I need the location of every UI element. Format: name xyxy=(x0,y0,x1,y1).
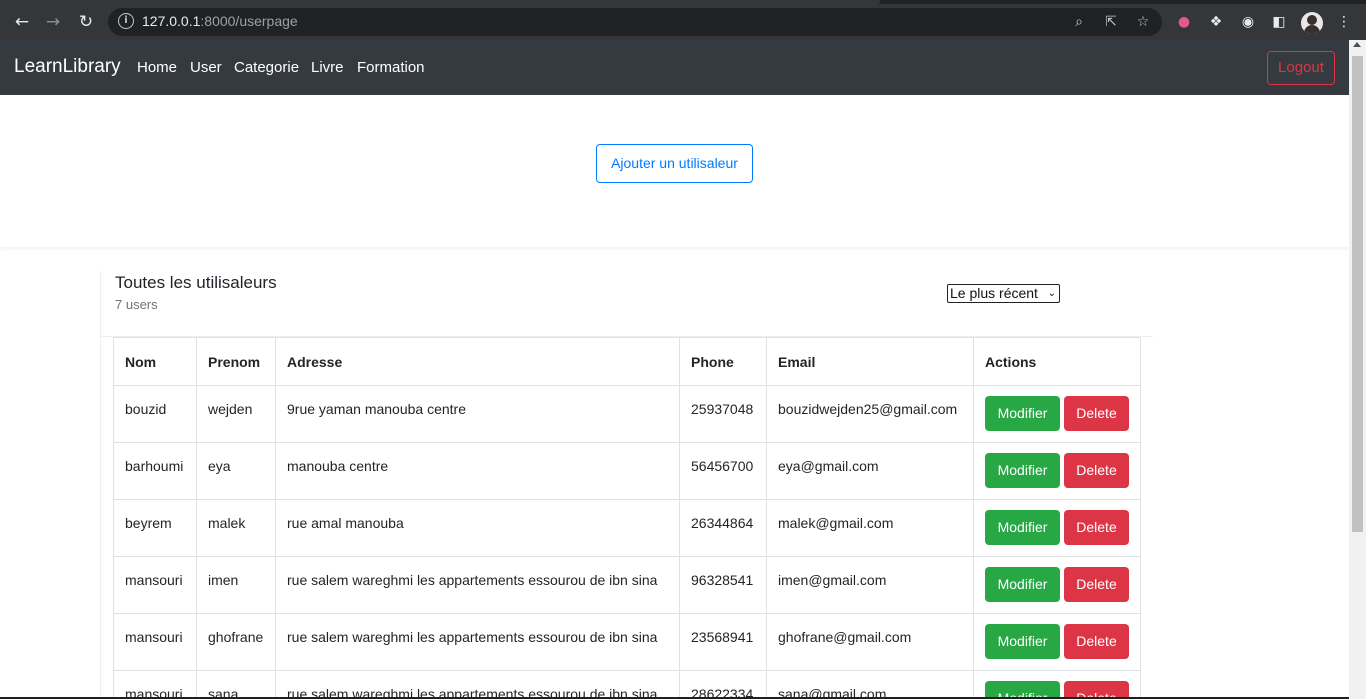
cell-nom: mansouri xyxy=(113,613,197,671)
cell-nom: barhoumi xyxy=(113,442,197,500)
cell-prenom: eya xyxy=(196,442,276,500)
cell-adresse: rue salem wareghmi les appartements esso… xyxy=(275,613,680,671)
cell-nom: beyrem xyxy=(113,499,197,557)
scroll-up-arrow-icon[interactable] xyxy=(1353,42,1361,47)
modify-button[interactable]: Modifier xyxy=(985,567,1060,602)
cell-phone: 28622334 xyxy=(679,670,767,699)
modify-button[interactable]: Modifier xyxy=(985,624,1060,659)
cell-actions: Modifier Delete xyxy=(973,556,1141,614)
cell-nom: mansouri xyxy=(113,556,197,614)
cell-email: eya@gmail.com xyxy=(766,442,974,500)
column-header-phone: Phone xyxy=(679,337,767,386)
table-row: mansouri sana rue salem wareghmi les app… xyxy=(113,670,1141,699)
cell-actions: Modifier Delete xyxy=(973,499,1141,557)
nav-link-user[interactable]: User xyxy=(190,59,222,76)
modify-button[interactable]: Modifier xyxy=(985,510,1060,545)
cell-prenom: sana xyxy=(196,670,276,699)
cell-prenom: imen xyxy=(196,556,276,614)
table-row: mansouri ghofrane rue salem wareghmi les… xyxy=(113,613,1141,671)
delete-button[interactable]: Delete xyxy=(1064,567,1129,602)
column-header-actions: Actions xyxy=(973,337,1141,386)
profile-avatar[interactable] xyxy=(1301,12,1323,34)
table-header-row: Nom Prenom Adresse Phone Email Actions xyxy=(113,337,1141,386)
star-icon[interactable]: ☆ xyxy=(1134,13,1152,31)
cell-actions: Modifier Delete xyxy=(973,670,1141,699)
column-header-prenom: Prenom xyxy=(196,337,276,386)
reload-icon[interactable]: ↻ xyxy=(76,12,96,32)
side-panel-icon[interactable]: ◧ xyxy=(1270,13,1288,31)
cell-adresse: rue salem wareghmi les appartements esso… xyxy=(275,556,680,614)
nav-link-livre[interactable]: Livre xyxy=(311,59,344,76)
address-bar[interactable]: i 127.0.0.1:8000/userpage ⌕ ⇱ ☆ xyxy=(108,8,1162,36)
cell-adresse: rue amal manouba xyxy=(275,499,680,557)
brand-logo[interactable]: LearnLibrary xyxy=(14,56,121,78)
cell-nom: mansouri xyxy=(113,670,197,699)
url-host: 127.0.0.1 xyxy=(142,13,201,29)
cell-phone: 25937048 xyxy=(679,385,767,443)
nav-link-categorie[interactable]: Categorie xyxy=(234,59,299,76)
delete-button[interactable]: Delete xyxy=(1064,396,1129,431)
address-url: 127.0.0.1:8000/userpage xyxy=(142,13,298,29)
card-title: Toutes les utilisaleurs xyxy=(115,273,277,292)
forward-arrow-icon[interactable]: → xyxy=(43,12,63,32)
cell-email: malek@gmail.com xyxy=(766,499,974,557)
nav-link-home[interactable]: Home xyxy=(137,59,177,76)
top-navbar: LearnLibrary Home User Categorie Livre F… xyxy=(0,40,1349,95)
puzzle-icon[interactable]: ❖ xyxy=(1207,13,1225,31)
table-row: beyrem malek rue amal manouba 26344864 m… xyxy=(113,499,1141,557)
cell-prenom: wejden xyxy=(196,385,276,443)
url-path: :8000/userpage xyxy=(200,13,298,29)
delete-button[interactable]: Delete xyxy=(1064,624,1129,659)
cell-actions: Modifier Delete xyxy=(973,613,1141,671)
kebab-menu-icon[interactable]: ⋮ xyxy=(1335,13,1353,31)
nav-link-formation[interactable]: Formation xyxy=(357,59,425,76)
add-user-button[interactable]: Ajouter un utilisaleur xyxy=(596,144,753,183)
cell-adresse: manouba centre xyxy=(275,442,680,500)
cell-adresse: rue salem wareghmi les appartements esso… xyxy=(275,670,680,699)
browser-toolbar: ← → ↻ i 127.0.0.1:8000/userpage ⌕ ⇱ ☆ ● … xyxy=(0,4,1366,40)
cell-actions: Modifier Delete xyxy=(973,442,1141,500)
scrollbar-thumb[interactable] xyxy=(1352,56,1363,532)
delete-button[interactable]: Delete xyxy=(1064,453,1129,488)
cell-email: imen@gmail.com xyxy=(766,556,974,614)
column-header-adresse: Adresse xyxy=(275,337,680,386)
user-count: 7 users xyxy=(115,297,158,312)
cell-phone: 23568941 xyxy=(679,613,767,671)
back-arrow-icon[interactable]: ← xyxy=(12,12,32,32)
sort-select-value: Le plus récent xyxy=(950,285,1038,301)
add-user-section: Ajouter un utilisaleur xyxy=(0,95,1349,247)
cell-prenom: malek xyxy=(196,499,276,557)
chevron-down-icon: ⌄ xyxy=(1047,288,1056,299)
logout-button[interactable]: Logout xyxy=(1267,51,1335,85)
cell-phone: 26344864 xyxy=(679,499,767,557)
users-table: Nom Prenom Adresse Phone Email Actions b… xyxy=(113,337,1141,699)
cell-email: bouzidwejden25@gmail.com xyxy=(766,385,974,443)
cell-phone: 56456700 xyxy=(679,442,767,500)
cell-phone: 96328541 xyxy=(679,556,767,614)
cell-email: sana@gmail.com xyxy=(766,670,974,699)
modify-button[interactable]: Modifier xyxy=(985,396,1060,431)
sort-select[interactable]: Le plus récent ⌄ xyxy=(947,284,1060,303)
delete-button[interactable]: Delete xyxy=(1064,510,1129,545)
table-row: mansouri imen rue salem wareghmi les app… xyxy=(113,556,1141,614)
extension-icon[interactable]: ◉ xyxy=(1239,13,1257,31)
zoom-icon[interactable]: ⌕ xyxy=(1070,13,1088,31)
modify-button[interactable]: Modifier xyxy=(985,453,1060,488)
column-header-email: Email xyxy=(766,337,974,386)
column-header-nom: Nom xyxy=(113,337,197,386)
extension-color-icon[interactable]: ● xyxy=(1175,13,1193,31)
cell-adresse: 9rue yaman manouba centre xyxy=(275,385,680,443)
table-row: barhoumi eya manouba centre 56456700 eya… xyxy=(113,442,1141,500)
table-row: bouzid wejden 9rue yaman manouba centre … xyxy=(113,385,1141,443)
cell-email: ghofrane@gmail.com xyxy=(766,613,974,671)
cell-actions: Modifier Delete xyxy=(973,385,1141,443)
info-icon[interactable]: i xyxy=(118,13,134,29)
users-card-header: Toutes les utilisaleurs 7 users Le plus … xyxy=(101,271,1153,337)
cell-prenom: ghofrane xyxy=(196,613,276,671)
cell-nom: bouzid xyxy=(113,385,197,443)
share-icon[interactable]: ⇱ xyxy=(1102,13,1120,31)
